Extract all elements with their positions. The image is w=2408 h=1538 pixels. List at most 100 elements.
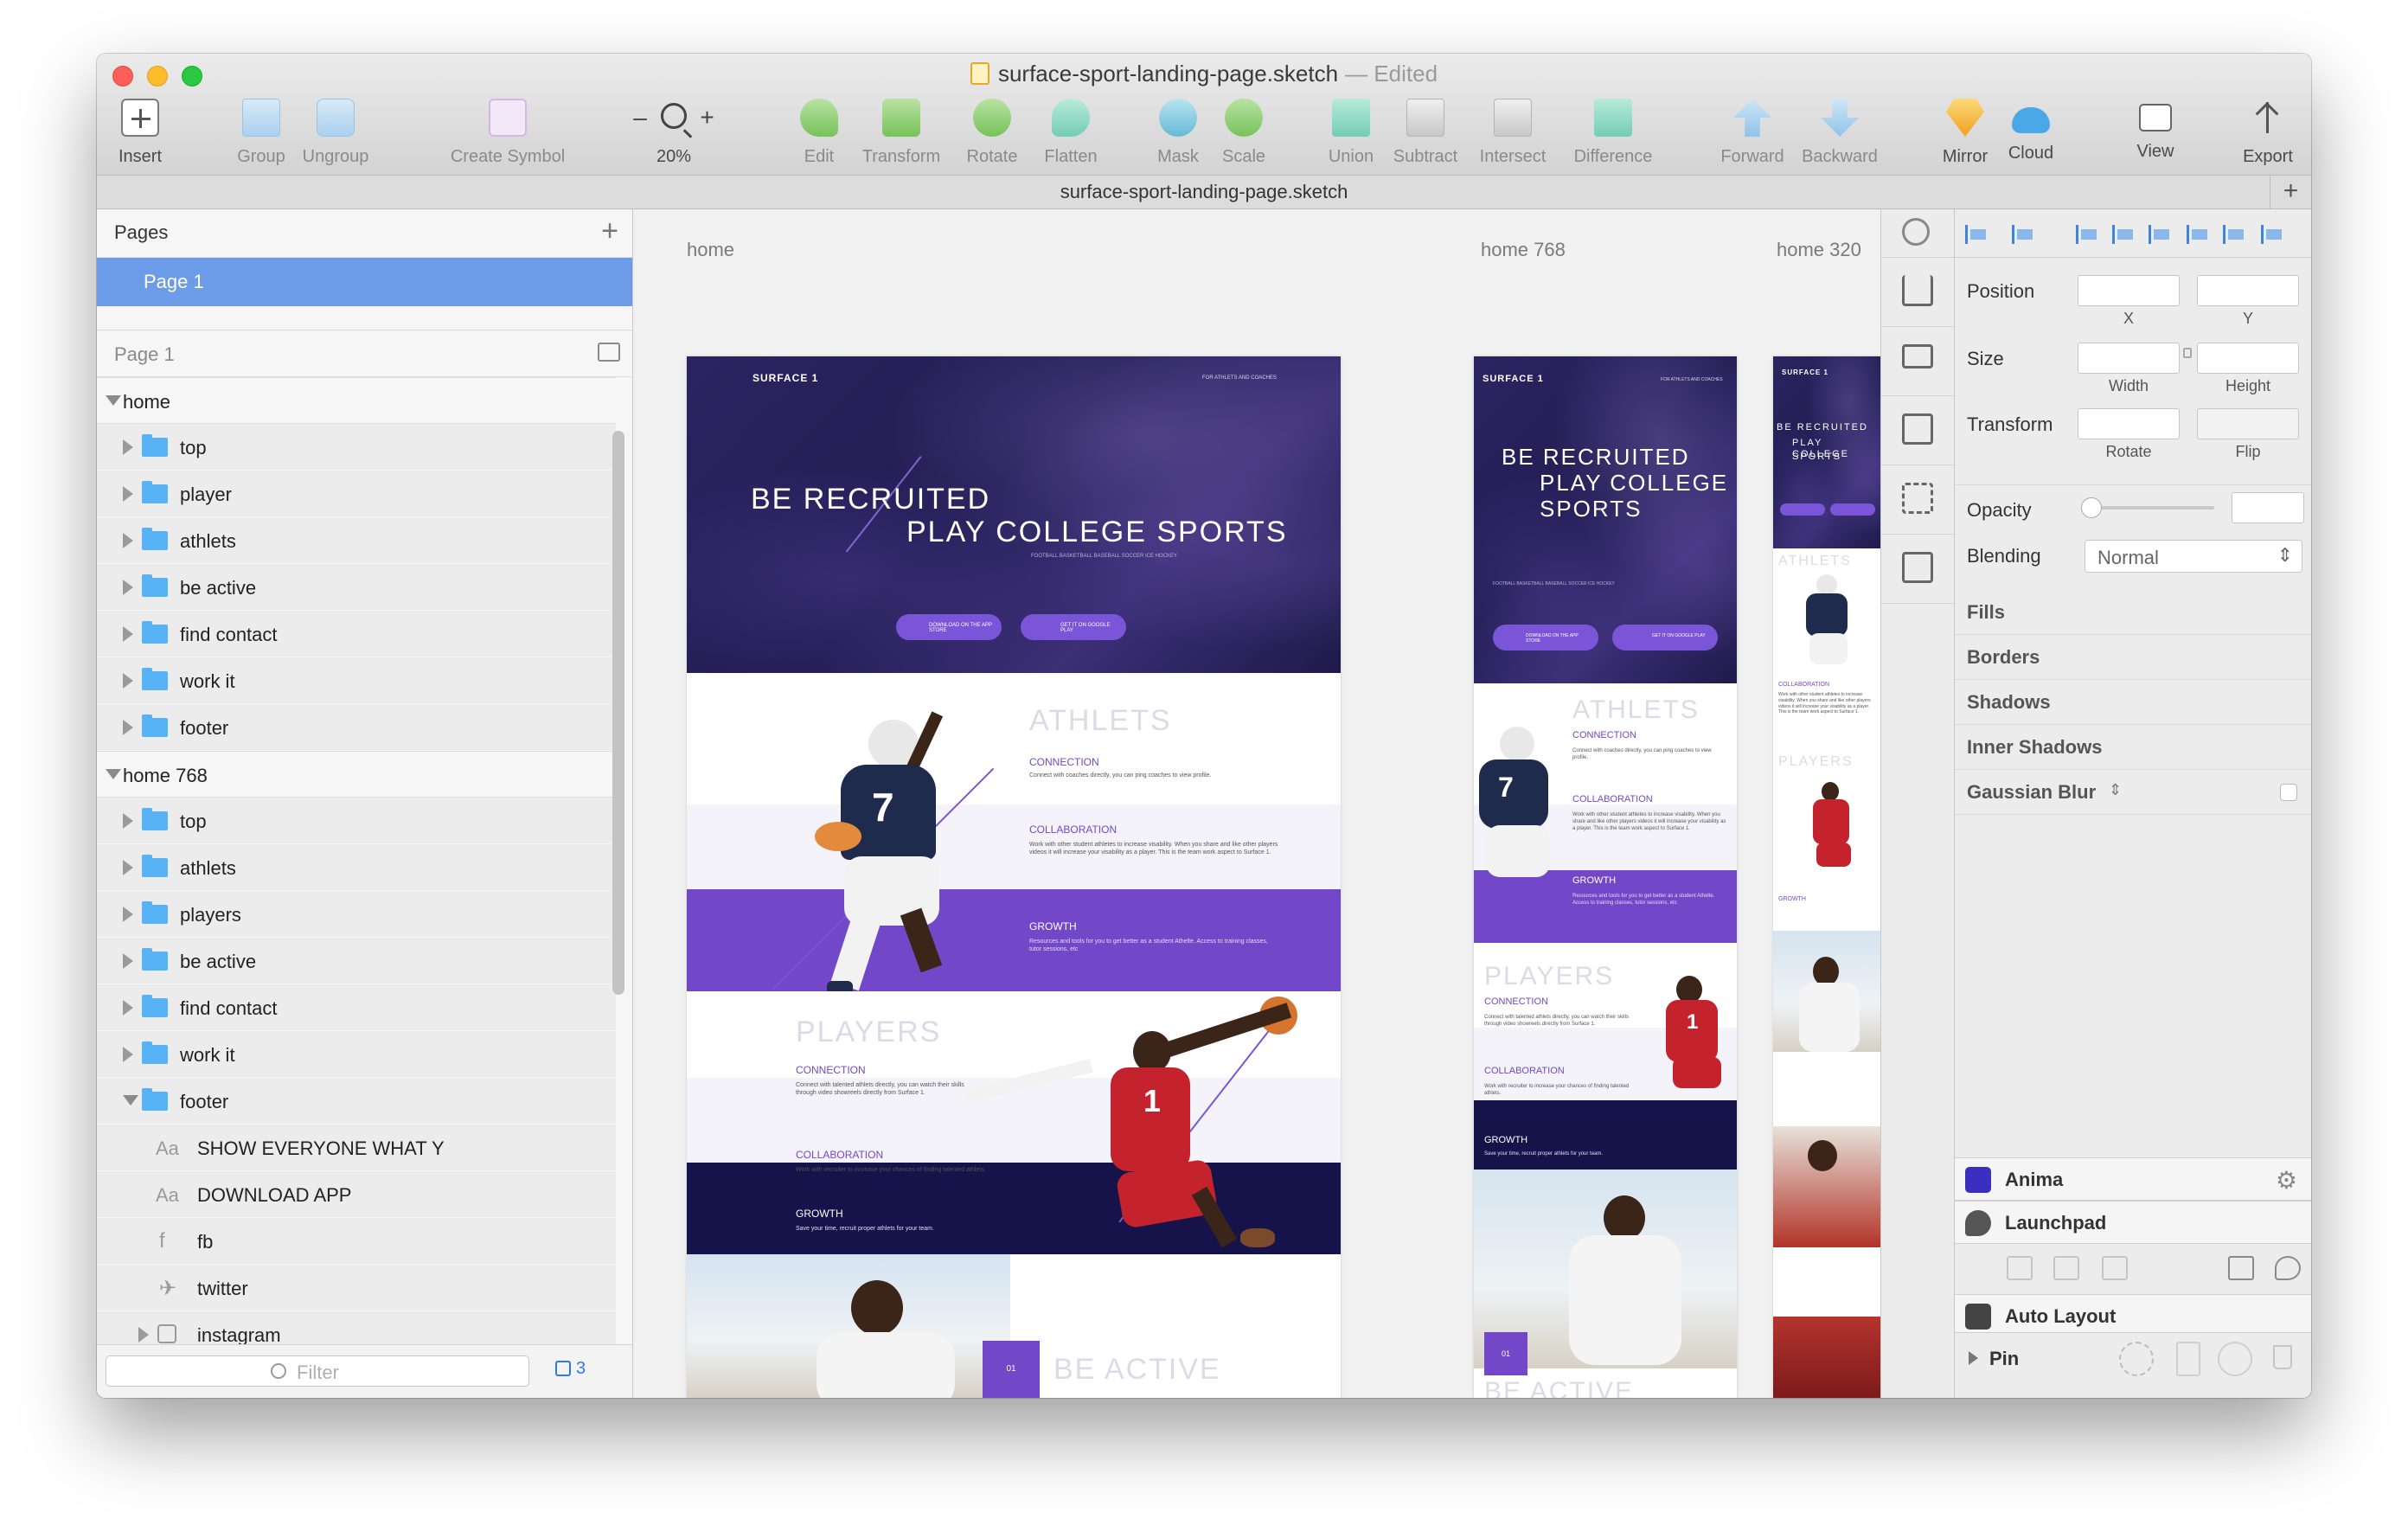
disclosure-closed-icon[interactable] (123, 860, 133, 875)
collapse-layers-icon[interactable] (598, 343, 620, 362)
layer-row[interactable]: players (97, 891, 616, 938)
plugin-rail-button[interactable] (1881, 209, 1954, 258)
measure-button[interactable] (1881, 535, 1954, 604)
layer-row[interactable]: footer (97, 1078, 616, 1125)
pin-horizontal-icon[interactable] (2218, 1342, 2252, 1376)
union-button[interactable]: Union (1316, 99, 1386, 167)
disclosure-closed-icon[interactable] (123, 580, 133, 595)
align-middle-icon[interactable] (2223, 225, 2247, 244)
layer-row[interactable]: be active (97, 938, 616, 984)
list-button[interactable] (1881, 396, 1954, 465)
disclosure-closed-icon[interactable] (123, 1000, 133, 1016)
document-title[interactable]: surface-sport-landing-page.sketch — Edite… (97, 61, 2311, 87)
position-y-field[interactable] (2197, 275, 2299, 306)
shadows-section[interactable]: Shadows (1955, 680, 2311, 725)
group-button[interactable]: Group (227, 99, 296, 167)
height-field[interactable] (2197, 343, 2299, 374)
gear-icon[interactable]: ⚙ (2276, 1166, 2297, 1195)
appstore-button[interactable]: DOWNLOAD ON THE APP STORE (896, 614, 1002, 640)
googleplay-button[interactable]: GET IT ON GOOGLE PLAY (1021, 614, 1126, 640)
flatten-button[interactable]: Flatten (1028, 99, 1114, 167)
layer-row[interactable]: f fb (97, 1218, 616, 1265)
hero-section-320[interactable]: SURFACE 1 BE RECRUITED PLAY COLLEGE SPOR… (1773, 356, 1880, 548)
align-top-icon[interactable] (2187, 225, 2211, 244)
scale-button[interactable]: Scale (1209, 99, 1278, 167)
disclosure-closed-icon[interactable] (123, 953, 133, 969)
launchpad-rocket-icon[interactable] (2275, 1256, 2301, 1280)
googleplay-button[interactable]: GET IT ON GOOGLE PLAY (1612, 625, 1718, 650)
layers-stack-button[interactable] (1881, 327, 1954, 396)
layers-scrollbar[interactable] (612, 431, 624, 995)
blur-enable-checkbox[interactable] (2280, 784, 2297, 801)
backward-button[interactable]: Backward (1792, 99, 1887, 167)
layer-artboard-row[interactable]: home (97, 377, 616, 424)
insert-button[interactable]: Insert (106, 99, 175, 167)
inner-shadows-section[interactable]: Inner Shadows (1955, 725, 2311, 770)
layer-row[interactable]: work it (97, 657, 616, 704)
pin-disclosure-icon[interactable] (1969, 1351, 1978, 1365)
layer-row[interactable]: ✈ twitter (97, 1265, 616, 1311)
document-tab[interactable]: surface-sport-landing-page.sketch (97, 176, 2311, 208)
launchpad-browser-icon[interactable] (2228, 1256, 2254, 1280)
transform-button[interactable]: Transform (849, 99, 953, 167)
layer-row[interactable]: Aa DOWNLOAD APP (97, 1171, 616, 1218)
anima-plugin-header[interactable]: Anima ⚙ (1955, 1157, 2311, 1201)
distribute-horizontal-icon[interactable] (2012, 225, 2036, 244)
mirror-button[interactable]: Mirror (1931, 99, 2000, 167)
borders-section[interactable]: Borders (1955, 635, 2311, 680)
rotate-button[interactable]: Rotate (953, 99, 1031, 167)
disclosure-closed-icon[interactable] (123, 673, 133, 689)
ungroup-button[interactable]: Ungroup (292, 99, 379, 167)
layer-row[interactable]: player (97, 471, 616, 517)
zoom-out-button[interactable]: – (633, 104, 647, 131)
edit-button[interactable]: Edit (789, 99, 849, 167)
appstore-button[interactable] (1780, 503, 1825, 516)
pin-vertical-icon[interactable] (2176, 1342, 2200, 1376)
artboard-home-320[interactable]: SURFACE 1 BE RECRUITED PLAY COLLEGE SPOR… (1773, 356, 1880, 1398)
subtract-button[interactable]: Subtract (1382, 99, 1469, 167)
disclosure-closed-icon[interactable] (123, 486, 133, 502)
lock-icon[interactable] (2183, 348, 2192, 358)
layer-artboard-row[interactable]: home 768 (97, 751, 616, 798)
position-x-field[interactable] (2078, 275, 2180, 306)
page-list-item[interactable]: Page 1 (97, 258, 632, 306)
disclosure-open-icon[interactable] (106, 395, 121, 406)
blending-select[interactable]: Normal ⇕ (2085, 540, 2302, 573)
rotate-field[interactable] (2078, 408, 2180, 439)
artboard-label-home-320[interactable]: home 320 (1777, 239, 1861, 261)
align-right-icon[interactable] (2149, 225, 2173, 244)
intersect-button[interactable]: Intersect (1465, 99, 1560, 167)
canvas[interactable]: home SURFACE 1 FOR ATHLETS AND COACHES B… (633, 209, 1880, 1398)
disclosure-closed-icon[interactable] (138, 1327, 149, 1343)
disclosure-closed-icon[interactable] (123, 907, 133, 922)
width-field[interactable] (2078, 343, 2180, 374)
launchpad-plugin-header[interactable]: Launchpad (1955, 1201, 2311, 1244)
auto-layout-plugin-header[interactable]: Auto Layout (1955, 1294, 2311, 1337)
hero-section[interactable]: SURFACE 1 FOR ATHLETS AND COACHES BE REC… (687, 356, 1341, 676)
layer-row[interactable]: work it (97, 1031, 616, 1078)
layer-row[interactable]: find contact (97, 984, 616, 1031)
layer-row[interactable]: athlets (97, 517, 616, 564)
filter-input[interactable]: Filter (106, 1355, 529, 1387)
filter-count[interactable]: 3 (555, 1359, 586, 1379)
disclosure-closed-icon[interactable] (123, 533, 133, 548)
layer-row[interactable]: find contact (97, 611, 616, 657)
gaussian-blur-section[interactable]: Gaussian Blur ⇕ (1955, 770, 2311, 815)
opacity-field[interactable] (2232, 492, 2304, 523)
googleplay-button[interactable] (1830, 503, 1875, 516)
disclosure-open-icon[interactable] (123, 1095, 138, 1105)
opacity-slider[interactable] (2081, 497, 2214, 518)
disclosure-closed-icon[interactable] (123, 1047, 133, 1062)
upload-button[interactable] (1881, 258, 1954, 327)
layer-row[interactable]: athlets (97, 844, 616, 891)
forward-button[interactable]: Forward (1709, 99, 1796, 167)
artboard-home-768[interactable]: SURFACE 1 FOR ATHLETS AND COACHES BE REC… (1474, 356, 1737, 1398)
artboard-home[interactable]: SURFACE 1 FOR ATHLETS AND COACHES BE REC… (687, 356, 1341, 1398)
mask-button[interactable]: Mask (1143, 99, 1213, 167)
blur-type-chevron-icon[interactable]: ⇕ (2109, 781, 2122, 799)
layer-row[interactable]: footer (97, 704, 616, 751)
opacity-slider-knob[interactable] (2081, 497, 2102, 518)
fills-section[interactable]: Fills (1955, 590, 2311, 635)
new-tab-button[interactable]: + (2270, 176, 2311, 208)
disclosure-closed-icon[interactable] (123, 720, 133, 735)
